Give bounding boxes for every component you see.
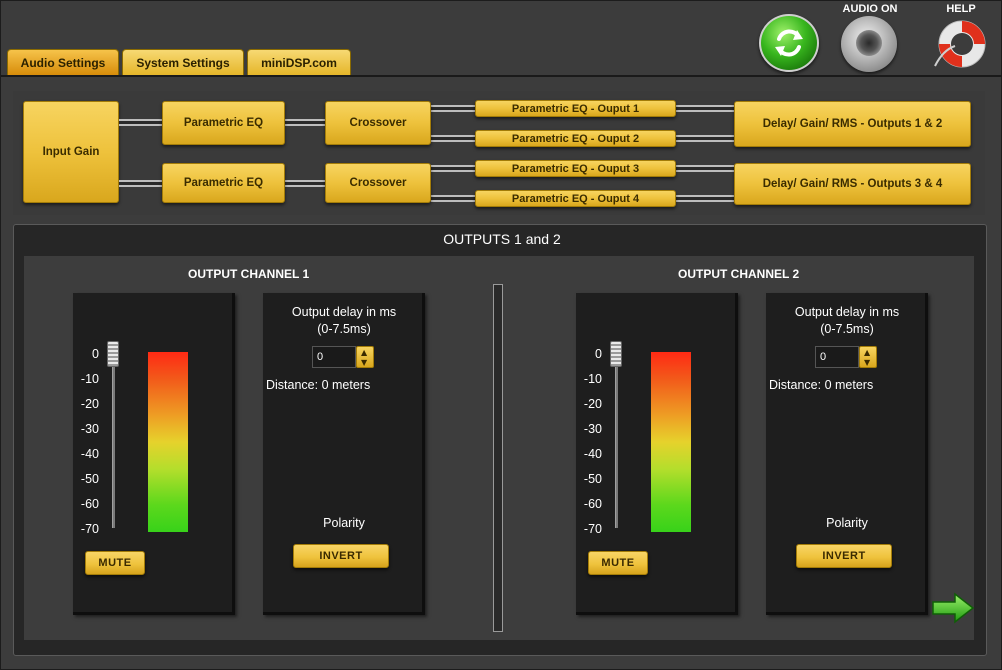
scale-label: -60 — [583, 497, 602, 511]
scale-label: -20 — [80, 397, 99, 411]
tab-audio-settings[interactable]: Audio Settings — [7, 49, 119, 75]
channel-2-polarity-label: Polarity — [826, 516, 868, 530]
minidsp-app-window: AUDIO ON HELP Audio Settings System Sett… — [0, 0, 1002, 670]
parametric-eq-output-3-block[interactable]: Parametric EQ - Ouput 3 — [475, 160, 676, 177]
channel-2-title: OUTPUT CHANNEL 2 — [678, 267, 800, 281]
delay-label-line2: (0-7.5ms) — [317, 322, 371, 336]
channel-divider — [493, 284, 503, 632]
delay-label-line1: Output delay in ms — [794, 305, 900, 319]
help-button[interactable] — [931, 16, 989, 72]
wire — [676, 135, 734, 142]
scale-label: -20 — [583, 397, 602, 411]
scale-label: -40 — [80, 447, 99, 461]
channel-1-gain-slider-thumb[interactable] — [107, 341, 119, 367]
delay-label-line2: (0-7.5ms) — [820, 322, 874, 336]
wire — [285, 119, 325, 126]
channel-2-distance: Distance: 0 meters — [769, 378, 874, 392]
channel-2-gain-slider-track[interactable] — [615, 353, 618, 528]
parametric-eq-1-block[interactable]: Parametric EQ — [162, 101, 285, 145]
channel-1-distance: Distance: 0 meters — [266, 378, 371, 392]
audio-toggle-button[interactable] — [841, 16, 897, 72]
channel-1-mute-button[interactable]: MUTE — [85, 551, 145, 575]
wire — [676, 195, 734, 202]
scale-label: -70 — [80, 522, 99, 536]
channel-1-title: OUTPUT CHANNEL 1 — [188, 267, 310, 281]
wire — [431, 105, 475, 112]
wire — [431, 165, 475, 172]
scale-label: -50 — [80, 472, 99, 486]
outputs-title: OUTPUTS 1 and 2 — [443, 231, 561, 247]
tab-system-settings[interactable]: System Settings — [122, 49, 244, 75]
parametric-eq-output-4-block[interactable]: Parametric EQ - Ouput 4 — [475, 190, 676, 207]
scale-label: -10 — [80, 372, 99, 386]
next-page-button[interactable] — [931, 592, 975, 624]
wire — [119, 119, 162, 126]
scale-label: -30 — [583, 422, 602, 436]
parametric-eq-output-1-block[interactable]: Parametric EQ - Ouput 1 — [475, 100, 676, 117]
tab-bar-divider — [1, 75, 1002, 77]
channel-2-level-meter — [651, 352, 691, 532]
channel-2-gain-slider-thumb[interactable] — [610, 341, 622, 367]
channel-1-gain-slider-track[interactable] — [112, 353, 115, 528]
channel-2-delay-stepper[interactable]: 0 ▲ ▼ — [815, 346, 877, 368]
channel-1-invert-button[interactable]: INVERT — [293, 544, 389, 568]
audio-on-label: AUDIO ON — [842, 3, 898, 15]
channel-1-level-meter — [148, 352, 188, 532]
delay-label-line1: Output delay in ms — [291, 305, 397, 319]
scale-label: -10 — [583, 372, 602, 386]
scale-label: 0 — [595, 347, 602, 361]
delay-gain-rms-outputs-1-2-block[interactable]: Delay/ Gain/ RMS - Outputs 1 & 2 — [734, 101, 971, 147]
wire — [119, 180, 162, 187]
delay-gain-rms-outputs-3-4-block[interactable]: Delay/ Gain/ RMS - Outputs 3 & 4 — [734, 163, 971, 205]
wire — [431, 195, 475, 202]
scale-label: -50 — [583, 472, 602, 486]
channel-2-invert-button[interactable]: INVERT — [796, 544, 892, 568]
stepper-arrows-icon[interactable]: ▲ ▼ — [859, 346, 877, 368]
tab-minidsp-link[interactable]: miniDSP.com — [247, 49, 351, 75]
arrow-right-icon — [932, 592, 975, 624]
input-gain-block[interactable]: Input Gain — [23, 101, 119, 203]
parametric-eq-output-2-block[interactable]: Parametric EQ - Ouput 2 — [475, 130, 676, 147]
wire — [676, 165, 734, 172]
help-label: HELP — [946, 3, 976, 15]
scale-label: -60 — [80, 497, 99, 511]
crossover-2-block[interactable]: Crossover — [325, 163, 431, 203]
wire — [285, 180, 325, 187]
channel-2-mute-button[interactable]: MUTE — [588, 551, 648, 575]
crossover-1-block[interactable]: Crossover — [325, 101, 431, 145]
wire — [676, 105, 734, 112]
channel-1-delay-label: Output delay in ms (0-7.5ms) — [263, 304, 425, 338]
refresh-icon — [775, 29, 803, 57]
channel-2-delay-input[interactable]: 0 — [815, 346, 859, 368]
channel-1-delay-stepper[interactable]: 0 ▲ ▼ — [312, 346, 374, 368]
scale-label: 0 — [92, 347, 99, 361]
channel-1-polarity-label: Polarity — [323, 516, 365, 530]
scale-label: -70 — [583, 522, 602, 536]
speaker-icon — [856, 30, 882, 56]
refresh-button[interactable] — [759, 14, 819, 72]
channel-2-delay-label: Output delay in ms (0-7.5ms) — [766, 304, 928, 338]
wire — [431, 135, 475, 142]
channel-1-delay-input[interactable]: 0 — [312, 346, 356, 368]
lifebuoy-icon — [934, 20, 986, 68]
scale-label: -40 — [583, 447, 602, 461]
stepper-arrows-icon[interactable]: ▲ ▼ — [356, 346, 374, 368]
parametric-eq-2-block[interactable]: Parametric EQ — [162, 163, 285, 203]
scale-label: -30 — [80, 422, 99, 436]
